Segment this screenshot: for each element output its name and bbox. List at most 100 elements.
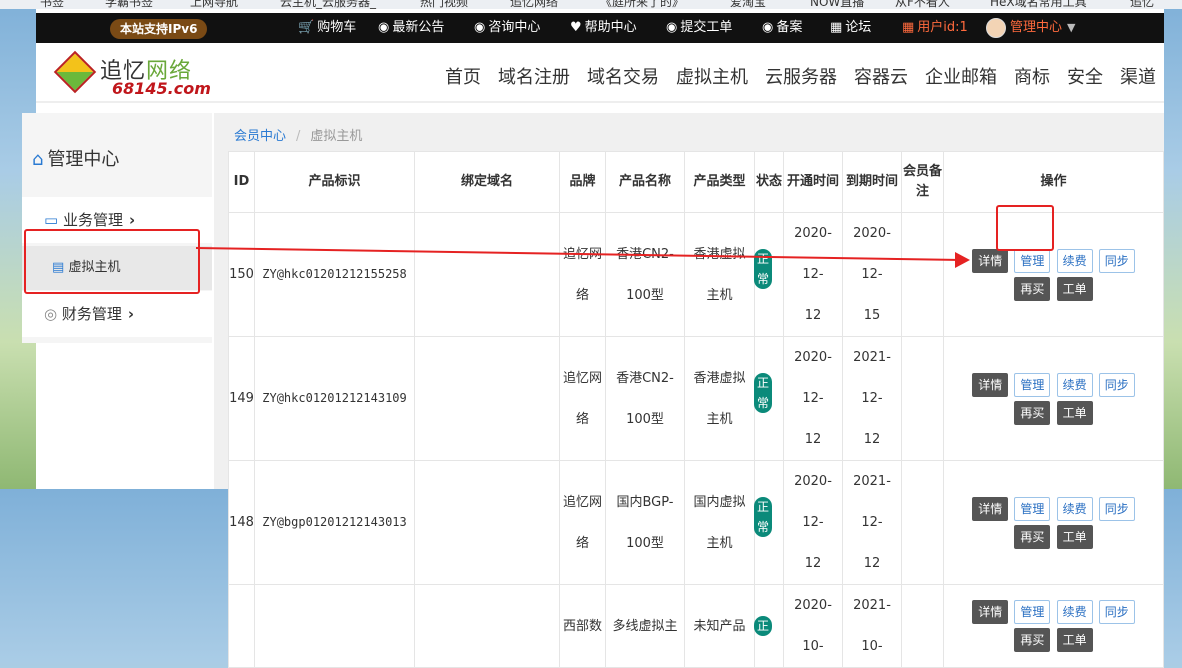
cell-remark <box>901 460 944 585</box>
sync-button[interactable]: 同步 <box>1098 600 1135 624</box>
home-icon: ⌂ <box>32 149 44 170</box>
cell-product-name: 香港CN2- 100型 <box>605 212 685 337</box>
rebuy-button[interactable]: 再买 <box>1014 276 1051 301</box>
bookmark[interactable]: 从F不看人 <box>895 0 950 9</box>
table-row: 149 ZY@hkc01201212143109 追忆网络香港CN2- 100型 香港虚… <box>228 336 1164 461</box>
rebuy-button[interactable]: 再买 <box>1014 524 1051 549</box>
nav-domain-trade[interactable]: 域名交易 <box>587 63 659 89</box>
help-link[interactable]: ♥ 帮助中心 <box>570 13 637 43</box>
top-bar: 本站支持IPv6 🛒 购物车 ◉ 最新公告 ◉ 咨询中心 ♥ 帮助中心 ◉ 提交工单 ◉ 备… <box>36 13 1164 43</box>
cart-icon: 🛒 <box>298 20 315 35</box>
breadcrumb-current: 虚拟主机 <box>310 129 363 144</box>
bookmark[interactable]: 《庭所来了的》 <box>600 0 684 9</box>
cart-link[interactable]: 🛒 购物车 <box>298 13 356 43</box>
nav-container[interactable]: 容器云 <box>854 63 908 89</box>
cell-id: 150 <box>228 212 255 337</box>
cell-open-time: 2020-10- <box>783 584 843 668</box>
site-window: 本站支持IPv6 🛒 购物车 ◉ 最新公告 ◉ 咨询中心 ♥ 帮助中心 ◉ 提交工单 ◉ 备… <box>22 9 1164 668</box>
bookmark[interactable]: 学霸书签 <box>105 0 153 9</box>
nav-security[interactable]: 安全 <box>1067 63 1103 89</box>
sync-button[interactable]: 同步 <box>1098 372 1135 397</box>
member-center-menu[interactable]: 管理中心 ▼ <box>986 13 1075 43</box>
manage-button[interactable]: 管理 <box>1014 496 1051 521</box>
status-badge: 正常 <box>754 249 772 289</box>
renew-button[interactable]: 续费 <box>1056 496 1093 521</box>
chevron-right-icon: › <box>127 305 135 323</box>
renew-button[interactable]: 续费 <box>1056 600 1093 624</box>
col-product-type: 产品类型 <box>684 151 755 213</box>
detail-button[interactable]: 详情 <box>972 248 1009 273</box>
cell-brand: 追忆网络 <box>559 460 606 585</box>
col-status: 状态 <box>754 151 784 213</box>
cell-product-name: 多线虚拟主 <box>605 584 685 668</box>
announcement-link[interactable]: ◉ 最新公告 <box>378 13 444 43</box>
sync-button[interactable]: 同步 <box>1098 496 1135 521</box>
nav-virtual-host[interactable]: 虚拟主机 <box>676 63 748 89</box>
bookmark[interactable]: HeX域名常用工具 <box>990 0 1087 9</box>
logo-emblem-icon <box>53 50 97 94</box>
status-badge: 正 <box>754 615 772 636</box>
cell-open-time: 2020-12- 12 <box>783 460 843 585</box>
cell-brand: 追忆网络 <box>559 212 606 337</box>
manage-button[interactable]: 管理 <box>1014 600 1051 624</box>
bookmark[interactable]: 上网导航 <box>190 0 238 9</box>
bookmark[interactable]: 爱淘宝 <box>730 0 766 9</box>
sidebar-item-finance[interactable]: ◎ 财务管理 › <box>22 291 212 337</box>
ticket-button[interactable]: 工单 <box>1056 524 1093 549</box>
globe-icon: ◉ <box>666 20 678 35</box>
cell-actions: 详情 管理 续费 同步 再买 工单 <box>943 336 1164 461</box>
grid-icon: ▦ <box>902 20 915 35</box>
ticket-button[interactable]: 工单 <box>1056 628 1093 652</box>
detail-button[interactable]: 详情 <box>972 600 1009 624</box>
cell-id <box>228 584 255 668</box>
detail-button[interactable]: 详情 <box>972 372 1009 397</box>
cell-product-type: 未知产品 <box>684 584 755 668</box>
nav-channel[interactable]: 渠道 <box>1120 63 1156 89</box>
nav-trademark[interactable]: 商标 <box>1014 63 1050 89</box>
cell-status: 正常 <box>754 336 784 461</box>
col-domain: 绑定域名 <box>414 151 560 213</box>
renew-button[interactable]: 续费 <box>1056 372 1093 397</box>
cell-id: 149 <box>228 336 255 461</box>
ticket-button[interactable]: 工单 <box>1056 400 1093 425</box>
cell-product-id: ZY@hkc01201212155258 <box>254 212 415 337</box>
nav-cloud-server[interactable]: 云服务器 <box>765 63 837 89</box>
grid-icon: ▦ <box>830 20 843 35</box>
detail-button[interactable]: 详情 <box>972 496 1009 521</box>
bookmark[interactable]: NOW直播 <box>810 0 864 9</box>
col-open-time: 开通时间 <box>783 151 843 213</box>
rebuy-button[interactable]: 再买 <box>1014 628 1051 652</box>
sync-button[interactable]: 同步 <box>1098 248 1135 273</box>
cell-open-time: 2020-12- 12 <box>783 212 843 337</box>
caret-down-icon: ▼ <box>1067 21 1076 34</box>
cell-remark <box>901 336 944 461</box>
breadcrumb-root[interactable]: 会员中心 <box>234 129 286 144</box>
bookmark[interactable]: 云主机_云服务器_ <box>280 0 376 9</box>
cell-domain <box>414 336 560 461</box>
cell-brand: 追忆网络 <box>559 336 606 461</box>
col-actions: 操作 <box>943 151 1164 213</box>
user-id-link[interactable]: ▦ 用户id:1 <box>902 13 968 43</box>
bookmark[interactable]: 书签 <box>40 0 64 9</box>
nav-domain-register[interactable]: 域名注册 <box>498 63 570 89</box>
nav-home[interactable]: 首页 <box>445 63 481 89</box>
beian-link[interactable]: ◉ 备案 <box>762 13 802 43</box>
bookmark[interactable]: 热门视频 <box>420 0 468 9</box>
manage-button[interactable]: 管理 <box>1014 372 1051 397</box>
rebuy-button[interactable]: 再买 <box>1014 400 1051 425</box>
col-product-name: 产品名称 <box>605 151 685 213</box>
cell-product-name: 香港CN2- 100型 <box>605 336 685 461</box>
bookmark[interactable]: 追忆 <box>1130 0 1154 9</box>
manage-button[interactable]: 管理 <box>1014 248 1051 273</box>
forum-link[interactable]: ▦ 论坛 <box>830 13 871 43</box>
nav-mail[interactable]: 企业邮箱 <box>925 63 997 89</box>
renew-button[interactable]: 续费 <box>1056 248 1093 273</box>
cell-actions: 详情 管理 续费 同步 再买 工单 <box>943 584 1164 668</box>
cell-remark <box>901 584 944 668</box>
ticket-button[interactable]: 工单 <box>1056 276 1093 301</box>
bookmark[interactable]: 追忆网络 <box>510 0 558 9</box>
consult-link[interactable]: ◉ 咨询中心 <box>474 13 540 43</box>
ticket-link[interactable]: ◉ 提交工单 <box>666 13 732 43</box>
cell-domain <box>414 460 560 585</box>
site-logo[interactable]: 追忆网络 68145.com <box>53 50 219 101</box>
